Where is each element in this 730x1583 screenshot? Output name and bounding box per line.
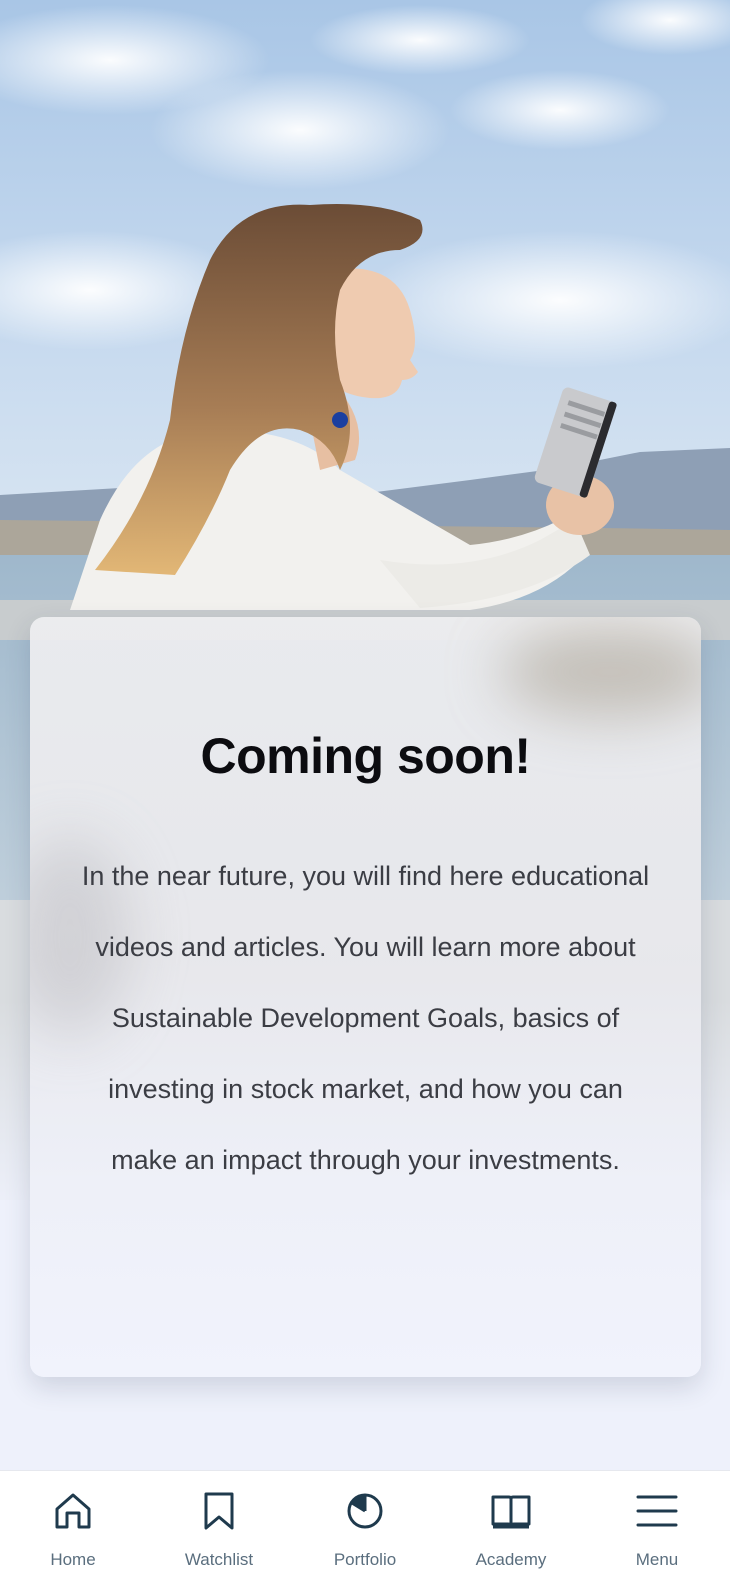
nav-item-portfolio[interactable]: Portfolio <box>292 1471 438 1583</box>
nav-label-menu: Menu <box>635 1550 679 1569</box>
coming-soon-title: Coming soon! <box>200 728 531 784</box>
nav-label-home: Home <box>50 1550 96 1569</box>
bookmark-icon <box>204 1492 234 1530</box>
nav-item-academy[interactable]: Academy <box>438 1471 584 1583</box>
coming-soon-description: In the near future, you will find here e… <box>81 861 650 1175</box>
nav-label-watchlist: Watchlist <box>184 1550 254 1569</box>
open-book-icon <box>491 1495 531 1529</box>
home-icon <box>55 1493 91 1529</box>
nav-label-portfolio: Portfolio <box>333 1550 397 1569</box>
bottom-navigation: Home Watchlist Portfolio Academy Menu <box>0 1470 730 1583</box>
hamburger-menu-icon <box>636 1495 678 1527</box>
academy-screen: Coming soon! In the near future, you wil… <box>0 0 730 1583</box>
nav-item-home[interactable]: Home <box>0 1471 146 1583</box>
nav-item-watchlist[interactable]: Watchlist <box>146 1471 292 1583</box>
pie-chart-icon <box>347 1493 383 1529</box>
nav-item-menu[interactable]: Menu <box>584 1471 730 1583</box>
nav-label-academy: Academy <box>475 1550 547 1569</box>
coming-soon-card: Coming soon! In the near future, you wil… <box>30 617 701 1377</box>
card-blur-accent <box>500 627 701 717</box>
